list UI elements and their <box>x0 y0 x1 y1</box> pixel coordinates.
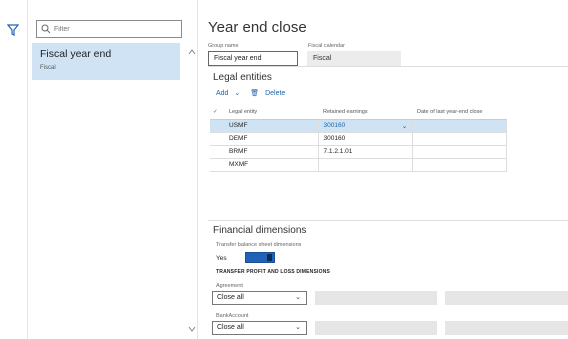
select-all-checkmark-icon[interactable]: ✓ <box>210 105 224 120</box>
search-icon <box>41 24 51 34</box>
chevron-down-icon: ⌄ <box>234 90 241 97</box>
legal-entity-cell[interactable]: MXMF <box>224 158 319 172</box>
financial-dimensions-section: Financial dimensions Transfer balance sh… <box>208 220 568 339</box>
toggle-knob <box>267 254 272 261</box>
group-name-label: Group name <box>208 43 239 49</box>
list-item[interactable]: Fiscal year end Fiscal <box>32 43 180 80</box>
filter-input[interactable] <box>54 22 178 36</box>
legal-entity-cell[interactable]: BRMF <box>224 145 319 159</box>
table-row[interactable]: MXMF <box>210 158 507 172</box>
chevron-down-icon[interactable]: ⌄ <box>402 122 408 130</box>
filter-funnel-icon[interactable] <box>7 24 19 36</box>
chevron-down-icon: ⌄ <box>295 294 301 301</box>
fiscal-calendar-field: Fiscal <box>307 51 401 66</box>
bankaccount-select[interactable]: Close all ⌄ <box>212 321 307 335</box>
agreement-value: Close all <box>217 294 244 301</box>
date-cell[interactable] <box>412 158 507 172</box>
add-label: Add <box>216 90 229 97</box>
scroll-down-icon[interactable] <box>188 326 196 332</box>
list-item-subtitle: Fiscal <box>40 65 56 71</box>
bankaccount-value: Close all <box>217 324 244 331</box>
table-row[interactable]: USMF 300160 ⌄ <box>210 119 507 133</box>
list-pane: Fiscal year end Fiscal <box>28 0 198 339</box>
legal-entities-section: Legal entities Add ⌄ 🗑 Delete ✓ Legal en… <box>208 66 568 216</box>
retained-earnings-cell[interactable]: 300160 ⌄ <box>318 119 413 133</box>
filter-box[interactable] <box>36 20 182 38</box>
retained-earnings-cell[interactable]: 7.1.2.1.01 <box>318 145 413 159</box>
trash-icon: 🗑 <box>250 90 260 97</box>
group-name-field[interactable]: Fiscal year end <box>208 51 298 66</box>
table-row[interactable]: BRMF 7.1.2.1.01 <box>210 145 507 159</box>
pl-dimensions-heading: TRANSFER PROFIT AND LOSS DIMENSIONS <box>216 269 331 275</box>
left-rail <box>0 0 28 339</box>
row-select-cell[interactable] <box>210 132 224 146</box>
chevron-down-icon: ⌄ <box>295 324 301 331</box>
agreement-select[interactable]: Close all ⌄ <box>212 291 307 305</box>
date-cell[interactable] <box>412 132 507 146</box>
date-cell[interactable] <box>412 145 507 159</box>
scroll-up-icon[interactable] <box>188 49 196 55</box>
agreement-label: Agreement <box>216 283 243 289</box>
agreement-extra-field <box>445 291 568 305</box>
row-select-cell[interactable] <box>210 145 224 159</box>
legal-entities-toolbar: Add ⌄ 🗑 Delete <box>216 89 293 97</box>
bankaccount-label: BankAccount <box>216 313 249 319</box>
table-row[interactable]: DEMF 300160 <box>210 132 507 146</box>
page-title: Year end close <box>208 19 307 36</box>
legal-entity-cell[interactable]: USMF <box>224 119 319 133</box>
legal-entities-grid: ✓ Legal entity Retained earnings Date of… <box>210 105 507 172</box>
agreement-extra-field <box>315 291 437 305</box>
bankaccount-extra-field <box>315 321 437 335</box>
transfer-balance-label: Transfer balance sheet dimensions <box>216 242 302 248</box>
transfer-balance-value: Yes <box>216 255 227 262</box>
add-button[interactable]: Add ⌄ <box>216 90 244 97</box>
column-header-retained-earnings[interactable]: Retained earnings <box>318 105 412 120</box>
column-header-legal-entity[interactable]: Legal entity <box>224 105 318 120</box>
transfer-balance-toggle[interactable] <box>245 252 275 263</box>
list-item-title: Fiscal year end <box>40 48 112 60</box>
fiscal-calendar-label: Fiscal calendar <box>308 43 345 49</box>
row-select-cell[interactable] <box>210 158 224 172</box>
details-pane: Year end close Group name Fiscal year en… <box>198 0 568 339</box>
date-cell[interactable] <box>412 119 507 133</box>
retained-earnings-cell[interactable] <box>318 158 413 172</box>
delete-label: Delete <box>265 90 286 97</box>
financial-dimensions-title: Financial dimensions <box>213 225 307 236</box>
legal-entity-cell[interactable]: DEMF <box>224 132 319 146</box>
bankaccount-extra-field <box>445 321 568 335</box>
retained-earnings-value: 300160 <box>323 121 346 129</box>
row-select-cell[interactable] <box>210 119 224 133</box>
retained-earnings-cell[interactable]: 300160 <box>318 132 413 146</box>
column-header-date-last-close[interactable]: Date of last year-end close <box>412 105 506 120</box>
legal-entities-title: Legal entities <box>213 72 272 83</box>
delete-button[interactable]: 🗑 Delete <box>250 90 289 97</box>
